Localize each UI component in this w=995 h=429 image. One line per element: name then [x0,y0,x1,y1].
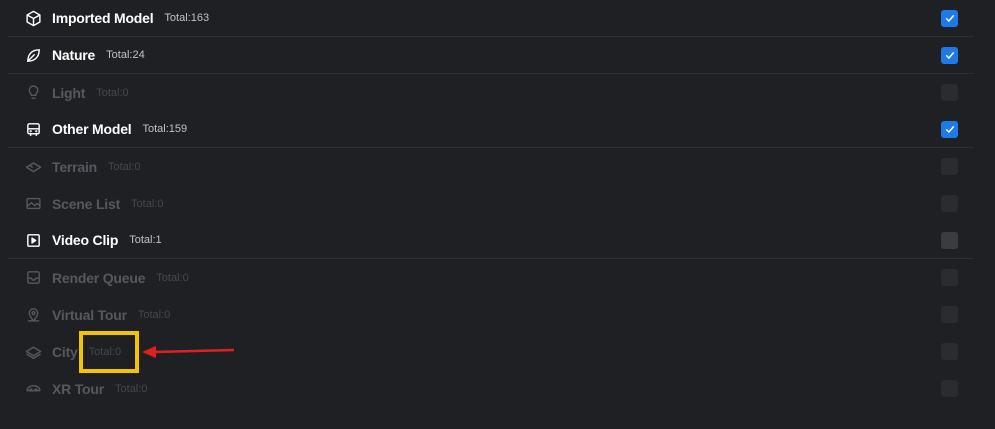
category-checkbox[interactable] [941,343,958,360]
category-label: Video Clip [52,232,119,248]
category-label: Imported Model [52,10,154,26]
category-checkbox[interactable] [941,158,958,175]
category-row-other-model[interactable]: Other Model Total:159 [8,111,974,148]
category-total: Total:0 [108,160,141,173]
category-checkbox[interactable] [941,84,958,101]
category-total: Total:0 [156,271,189,284]
category-row-terrain[interactable]: Terrain Total:0 [8,148,974,185]
category-row-render-queue[interactable]: Render Queue Total:0 [8,259,974,296]
checkmark-icon [945,51,954,60]
category-row-xr-tour[interactable]: XR Tour Total:0 [8,370,974,407]
category-total: Total:0 [115,382,148,395]
tray-icon [24,269,42,287]
category-total: Total:0 [131,197,164,210]
category-total: Total:0 [88,345,122,358]
model-category-panel: Imported Model Total:163 Nature Total:24… [0,0,995,429]
category-label: Light [52,84,86,101]
category-total: Total:159 [142,123,188,135]
lightbulb-icon [24,84,42,102]
category-row-light[interactable]: Light Total:0 [8,74,974,111]
category-checkbox[interactable] [941,9,958,27]
category-label: Terrain [52,158,98,175]
checkmark-icon [945,14,954,23]
category-total: Total:24 [106,49,145,61]
category-label: City [52,343,78,360]
category-row-city[interactable]: City Total:0 [8,333,974,370]
play-icon [24,231,42,249]
category-row-nature[interactable]: Nature Total:24 [8,37,974,74]
category-row-virtual-tour[interactable]: Virtual Tour Total:0 [8,296,974,333]
category-checkbox[interactable] [941,231,958,249]
category-label: Render Queue [52,269,146,286]
category-checkbox[interactable] [941,269,958,286]
image-icon [24,195,42,213]
category-label: XR Tour [52,380,105,397]
category-total: Total:163 [164,12,210,24]
category-checkbox[interactable] [941,46,958,64]
category-row-scene-list[interactable]: Scene List Total:0 [8,185,974,222]
vr-headset-icon [24,380,42,398]
category-row-video-clip[interactable]: Video Clip Total:1 [8,222,974,259]
checkmark-icon [945,125,954,134]
category-label: Nature [52,47,96,63]
bus-icon [24,120,42,138]
map-pin-icon [24,306,42,324]
category-row-imported-model[interactable]: Imported Model Total:163 [8,0,974,37]
category-label: Scene List [52,195,121,212]
category-checkbox[interactable] [941,306,958,323]
cube-icon [24,9,42,27]
category-total: Total:1 [129,234,162,246]
category-total: Total:0 [96,86,129,99]
city-layers-icon [24,343,42,361]
category-label: Virtual Tour [52,306,127,323]
category-list: Imported Model Total:163 Nature Total:24… [8,0,974,407]
category-total: Total:0 [137,308,171,321]
category-label: Other Model [52,121,132,137]
category-checkbox[interactable] [941,380,958,397]
leaf-icon [24,46,42,64]
category-checkbox[interactable] [941,120,958,138]
category-checkbox[interactable] [941,195,958,212]
terrain-icon [24,158,42,176]
